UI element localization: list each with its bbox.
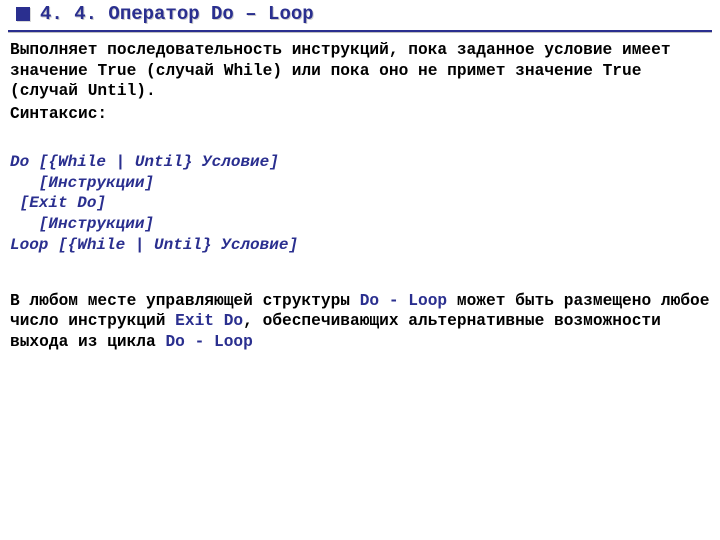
p2-text-a: В любом месте управляющей структуры (10, 292, 360, 310)
intro-text-d: (случай (10, 82, 88, 100)
syntax-line-3: [Exit Do] (10, 194, 106, 212)
syntax-label: Синтаксис: (10, 104, 710, 125)
bullet-icon (16, 7, 30, 21)
slide-header: 4. 4. Оператор Do – Loop (0, 0, 720, 28)
paragraph-2: В любом месте управляющей структуры Do -… (10, 291, 710, 353)
keyword-until: Until (88, 82, 137, 100)
syntax-line-4: [Инструкции] (10, 215, 154, 233)
slide-body: Выполняет последовательность инструкций,… (0, 32, 720, 353)
intro-text-e: ). (136, 82, 155, 100)
keyword-while: While (224, 62, 273, 80)
syntax-block: Do [{While | Until} Условие] [Инструкции… (10, 131, 710, 277)
keyword-do-loop-2: Do - Loop (165, 333, 252, 351)
intro-text-c: ) или пока оно не примет значение (272, 62, 602, 80)
syntax-line-2: [Инструкции] (10, 174, 154, 192)
syntax-line-1: Do [{While | Until} Условие] (10, 153, 279, 171)
intro-text-b: (случай (136, 62, 223, 80)
intro-paragraph: Выполняет последовательность инструкций,… (10, 40, 710, 102)
keyword-true-2: True (603, 62, 642, 80)
slide-title: 4. 4. Оператор Do – Loop (40, 3, 314, 25)
keyword-true-1: True (97, 62, 136, 80)
slide-page: 4. 4. Оператор Do – Loop Выполняет после… (0, 0, 720, 540)
syntax-line-5: Loop [{While | Until} Условие] (10, 236, 298, 254)
keyword-exit-do: Exit Do (175, 312, 243, 330)
keyword-do-loop-1: Do - Loop (360, 292, 447, 310)
